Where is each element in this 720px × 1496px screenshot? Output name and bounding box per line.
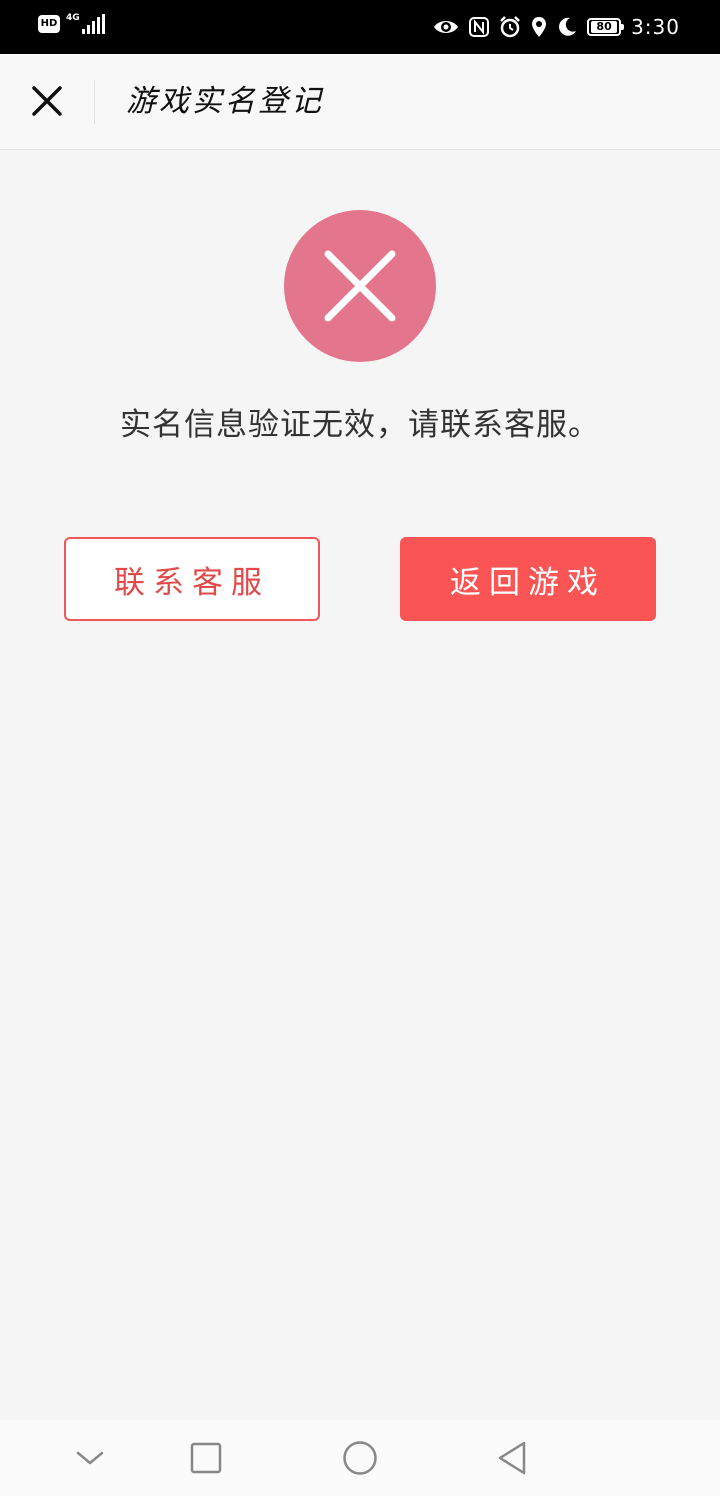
alarm-icon <box>500 16 520 38</box>
nfc-icon <box>469 17 490 37</box>
signal-icon <box>81 14 105 34</box>
status-time: 3:30 <box>631 15 680 39</box>
system-nav-bar <box>0 1420 720 1496</box>
eye-icon <box>434 21 459 33</box>
moon-icon <box>559 17 577 36</box>
back-icon <box>498 1441 526 1475</box>
hd-badge: HD <box>38 15 60 33</box>
status-bar: HD 4G 80 3:30 <box>0 0 720 54</box>
header-divider <box>94 80 95 124</box>
close-icon <box>32 86 62 116</box>
return-to-game-button[interactable]: 返回游戏 <box>400 537 656 621</box>
status-right: 80 3:30 <box>433 13 680 41</box>
contact-support-button[interactable]: 联系客服 <box>64 537 320 621</box>
home-button[interactable] <box>330 1430 390 1486</box>
location-icon <box>532 17 547 37</box>
status-left: HD 4G <box>38 12 105 34</box>
network-type: 4G <box>66 12 80 23</box>
header-bar: 游戏实名登记 <box>0 54 720 150</box>
close-button[interactable] <box>22 76 72 126</box>
battery-icon: 80 <box>587 18 625 36</box>
collapse-icon <box>76 1451 104 1465</box>
page-title: 游戏实名登记 <box>126 84 324 119</box>
result-message: 实名信息验证无效，请联系客服。 <box>120 407 600 443</box>
error-x-icon <box>324 250 396 322</box>
home-icon <box>343 1441 377 1475</box>
recent-apps-icon <box>190 1442 222 1474</box>
battery-level: 80 <box>591 21 618 33</box>
back-button[interactable] <box>482 1430 542 1486</box>
collapse-button[interactable] <box>60 1430 120 1486</box>
recent-apps-button[interactable] <box>176 1430 236 1486</box>
error-status-circle <box>284 210 436 362</box>
